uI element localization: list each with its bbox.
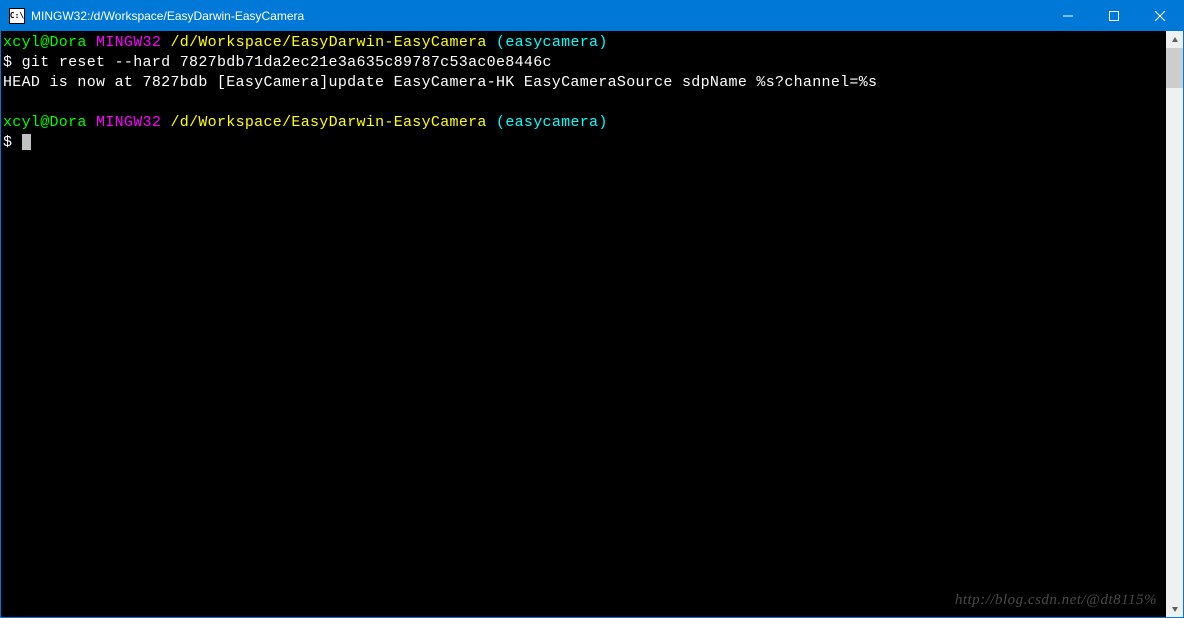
titlebar[interactable]: C:\ MINGW32:/d/Workspace/EasyDarwin-Easy…: [1, 1, 1183, 31]
prompt-host: MINGW32: [96, 114, 161, 131]
window-title: MINGW32:/d/Workspace/EasyDarwin-EasyCame…: [31, 9, 1045, 23]
prompt-user: xcyl@Dora: [3, 34, 87, 51]
close-button[interactable]: [1137, 1, 1183, 31]
prompt-symbol: $: [3, 134, 22, 151]
output-line: HEAD is now at 7827bdb [EasyCamera]updat…: [3, 74, 877, 91]
scroll-thumb[interactable]: [1166, 48, 1183, 88]
scroll-up-button[interactable]: [1166, 31, 1183, 48]
vertical-scrollbar[interactable]: [1166, 31, 1183, 617]
window-controls: [1045, 1, 1183, 31]
terminal-window: C:\ MINGW32:/d/Workspace/EasyDarwin-Easy…: [0, 0, 1184, 618]
prompt-host: MINGW32: [96, 34, 161, 51]
terminal-output[interactable]: xcyl@Dora MINGW32 /d/Workspace/EasyDarwi…: [1, 31, 1166, 617]
cursor: [22, 134, 31, 150]
maximize-button[interactable]: [1091, 1, 1137, 31]
prompt-branch: (easycamera): [496, 34, 608, 51]
terminal-container: xcyl@Dora MINGW32 /d/Workspace/EasyDarwi…: [1, 31, 1183, 617]
prompt-symbol: $: [3, 54, 22, 71]
prompt-path: /d/Workspace/EasyDarwin-EasyCamera: [170, 114, 486, 131]
prompt-path: /d/Workspace/EasyDarwin-EasyCamera: [170, 34, 486, 51]
prompt-user: xcyl@Dora: [3, 114, 87, 131]
command-text: git reset --hard 7827bdb71da2ec21e3a635c…: [22, 54, 552, 71]
prompt-branch: (easycamera): [496, 114, 608, 131]
app-icon: C:\: [9, 8, 25, 24]
scroll-down-button[interactable]: [1166, 600, 1183, 617]
minimize-button[interactable]: [1045, 1, 1091, 31]
